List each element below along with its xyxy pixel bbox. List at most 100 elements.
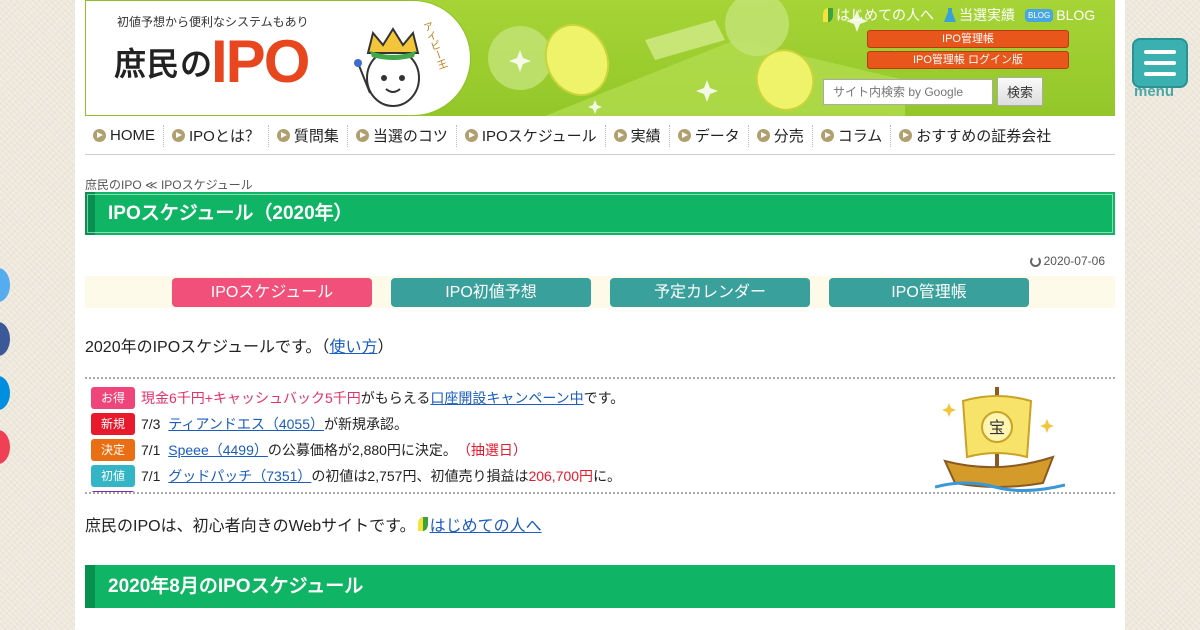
nav-label: データ [694,128,740,145]
intro-body: 2020年のIPOスケジュールです。（ [85,339,330,356]
date-text: 2020-07-06 [1043,254,1105,268]
news-ticker: お得 現金6千円+キャッシュバック5千円 がもらえる 口座開設キャンペーン中 で… [85,377,1115,494]
ipo-management-login-button[interactable]: IPO管理帳 ログイン版 [867,51,1069,69]
ipo-management-button[interactable]: IPO管理帳 [867,30,1069,48]
news-badge: 初値 [91,465,135,487]
arrow-circle-icon [613,129,627,142]
share-facebook-icon[interactable] [0,322,10,356]
tab-ipo-schedule[interactable]: IPOスケジュール [172,278,372,307]
site-header: 初値予想から便利なシステムもあり 庶民の IPO アイピー王 はじめての人へ 当… [85,0,1115,116]
news-text: が新規承認。 [324,416,408,432]
page-title: IPOスケジュール（2020年） [85,192,1115,235]
nav-label: IPOスケジュール [481,128,597,145]
campaign-link[interactable]: 口座開設キャンペーン中 [430,388,583,408]
arrow-circle-icon [355,129,369,142]
breadcrumb: 庶民のIPO ≪ IPOスケジュール [85,176,253,193]
nav-item-faq[interactable]: 質問集 [269,124,348,147]
news-date: 7/1 [141,468,161,484]
nav-label: IPOとは？ [189,128,260,145]
share-pocket-icon[interactable] [0,430,10,464]
breadcrumb-home[interactable]: 庶民のIPO [85,178,142,192]
news-badge: 決定 [91,439,135,461]
nav-item-about-ipo[interactable]: IPOとは？ [164,124,269,147]
breadcrumb-separator: ≪ [145,178,158,192]
news-text: に。 [593,468,622,484]
news-text: です。 [583,390,625,406]
share-twitter-icon[interactable] [0,268,10,302]
treasure-label: 宝 [989,418,1005,437]
flask-icon [944,8,956,22]
tab-calendar[interactable]: 予定カレンダー [610,278,810,307]
news-item: お得 現金6千円+キャッシュバック5千円 がもらえる 口座開設キャンペーン中 で… [91,387,624,409]
arrow-circle-icon [93,129,106,142]
company-link[interactable]: グッドパッチ（7351） [168,466,311,486]
nav-item-distribution[interactable]: 分売 [749,124,813,147]
hamburger-icon [1144,61,1176,65]
top-link-beginner[interactable]: はじめての人へ [823,5,934,25]
logo-text: 庶民の [114,45,214,83]
section-title: 2020年8月のIPOスケジュール [85,565,1115,608]
tab-bar: IPOスケジュール IPO初値予想 予定カレンダー IPO管理帳 [85,276,1115,308]
refresh-icon [1029,255,1041,267]
treasure-ship-icon: 宝 [935,387,1065,492]
news-badge-partial [91,491,135,492]
nav-item-tips[interactable]: 当選のコツ [348,124,457,147]
logo[interactable]: 初値予想から便利なシステムもあり 庶民の IPO アイピー王 [85,0,471,116]
main-nav: HOME IPOとは？ 質問集 当選のコツ IPOスケジュール 実績 データ 分… [85,117,1115,155]
tab-ipo-forecast[interactable]: IPO初値予想 [391,278,591,307]
nav-item-data[interactable]: データ [670,124,749,147]
news-text: がもらえる [360,390,431,406]
nav-item-results[interactable]: 実績 [606,124,670,147]
breadcrumb-current: IPOスケジュール [160,178,253,192]
top-link-label: はじめての人へ [836,7,934,23]
arrow-circle-icon [276,129,290,142]
search-input[interactable] [823,79,993,105]
news-badge: 新規 [91,413,135,435]
nav-label: 分売 [773,128,804,145]
news-item: 初値 7/1 グッドパッチ（7351） の初値は2,757円、初値売り損益は 2… [91,465,621,487]
nav-label: コラム [837,128,883,145]
company-link[interactable]: Speee（4499） [168,440,268,460]
news-item: 新規 7/3 ティアンドエス（4055） が新規承認。 [91,413,408,435]
news-text: の公募価格が2,880円に決定。 [267,442,457,458]
news-item: 決定 7/1 Speee（4499） の公募価格が2,880円に決定。 （抽選日… [91,439,527,461]
top-link-label: BLOG [1056,7,1096,23]
arrow-circle-icon [756,129,770,142]
menu-button[interactable] [1132,38,1188,88]
beginner-text: 庶民のIPOは、初心者向きのWebサイトです。 [85,518,416,535]
hamburger-icon [1144,50,1176,54]
top-link-blog[interactable]: BLOG BLOG [1025,5,1095,25]
nav-item-schedule[interactable]: IPOスケジュール [457,124,606,147]
beginner-leaf-icon [823,8,833,22]
hamburger-icon [1144,72,1176,76]
company-link[interactable]: ティアンドエス（4055） [168,414,324,434]
logo-ipo-text: IPO [211,28,310,95]
tab-ipo-ledger[interactable]: IPO管理帳 [829,278,1029,307]
nav-label: 実績 [630,128,661,145]
news-highlight: 現金6千円+キャッシュバック5千円 [141,390,361,406]
arrow-circle-icon [820,129,834,142]
blog-badge-icon: BLOG [1025,8,1054,22]
news-date: 7/3 [141,416,161,432]
nav-item-column[interactable]: コラム [813,124,892,147]
updated-date: 2020-07-06 [1029,254,1105,268]
share-hatena-icon[interactable] [0,376,10,410]
news-date: 7/1 [141,442,161,458]
search-button[interactable]: 検索 [997,77,1043,106]
nav-label: 当選のコツ [372,128,448,145]
nav-label: HOME [110,127,155,144]
page-container: 初値予想から便利なシステムもあり 庶民の IPO アイピー王 はじめての人へ 当… [75,0,1125,630]
nav-item-brokers[interactable]: おすすめの証券会社 [891,125,1059,147]
beginner-notice: 庶民のIPOは、初心者向きのWebサイトです。 はじめての人へ [85,512,542,536]
nav-item-home[interactable]: HOME [85,124,164,147]
top-link-label: 当選実績 [959,7,1015,23]
top-links: はじめての人へ 当選実績 BLOG BLOG [823,5,1113,25]
top-link-results[interactable]: 当選実績 [944,5,1015,25]
usage-link[interactable]: 使い方 [329,339,377,356]
beginner-link[interactable]: はじめての人へ [430,512,542,536]
news-text: の初値は2,757円、初値売り損益は [311,468,529,484]
nav-label: 質問集 [293,128,339,145]
arrow-circle-icon [899,129,913,142]
arrow-circle-icon [172,129,185,142]
lottery-date-link[interactable]: （抽選日） [457,440,527,460]
